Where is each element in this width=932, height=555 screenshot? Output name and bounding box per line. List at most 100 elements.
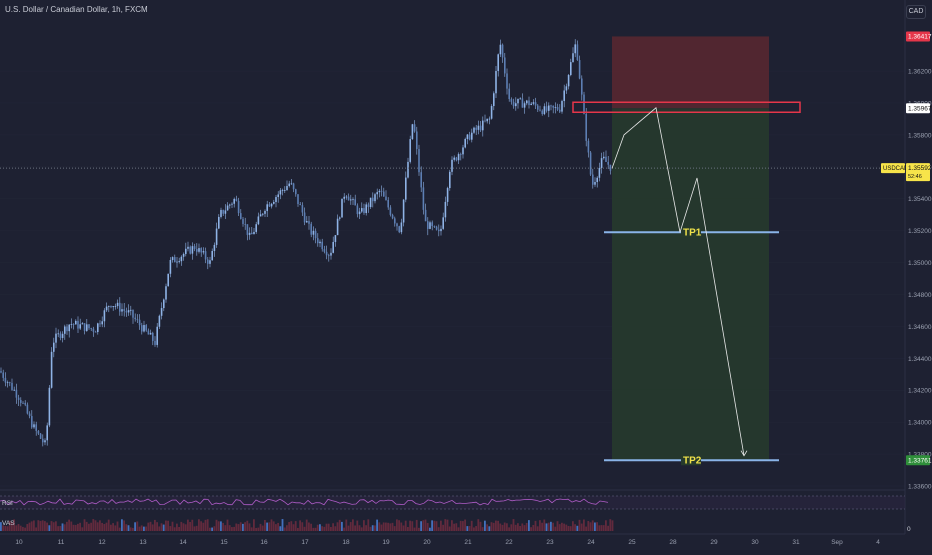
volume-bar <box>39 520 42 531</box>
volume-bar <box>143 526 145 531</box>
volume-bar <box>477 519 480 531</box>
volume-bar <box>453 523 455 531</box>
volume-bar <box>393 526 396 531</box>
volume-bar <box>176 523 178 531</box>
volume-bar <box>250 527 253 531</box>
volume-bar <box>503 522 506 531</box>
volume-bar <box>596 522 598 531</box>
volume-bar <box>341 521 343 531</box>
volume-bar <box>213 526 216 531</box>
volume-bar <box>182 523 185 531</box>
volume-bar <box>277 522 279 531</box>
volume-bar <box>77 523 79 531</box>
volume-bar <box>490 522 493 531</box>
volume-bar <box>294 521 297 531</box>
volume-bar <box>94 520 97 531</box>
time-tick-label: 30 <box>751 539 759 546</box>
time-tick-label: 25 <box>628 539 636 546</box>
volume-bar <box>303 526 306 531</box>
candle <box>411 123 414 140</box>
stop-price-text: 1.36417 <box>908 33 932 40</box>
volume-bar <box>215 519 218 531</box>
time-tick-label: Sep <box>831 539 843 546</box>
volume-bar <box>288 522 290 531</box>
price-chart[interactable]: TP1 TP2 1.362001.360001.358001.356001.35… <box>0 0 932 550</box>
volume-bar <box>145 526 147 531</box>
volume-bar <box>226 519 229 531</box>
currency-button[interactable]: CAD <box>906 5 926 19</box>
volume-bar <box>365 525 367 531</box>
time-tick-label: 19 <box>382 539 390 546</box>
price-tick-label: 1.34600 <box>908 324 932 331</box>
volume-bar <box>72 524 75 531</box>
volume-bar <box>35 527 37 531</box>
volume-bar <box>429 527 431 531</box>
volume-bar <box>17 523 20 531</box>
volume-bar <box>217 521 220 531</box>
volume-bar <box>305 519 308 531</box>
volume-bar <box>46 522 48 531</box>
volume-bar <box>154 519 156 531</box>
volume-bar <box>140 525 143 531</box>
volume-bar <box>380 524 383 531</box>
volume-bar <box>147 522 150 531</box>
volume-bar <box>202 522 205 531</box>
volume-bar <box>281 519 284 531</box>
volume-bar <box>470 520 473 531</box>
volume-bar <box>530 527 532 531</box>
volume-bar <box>455 523 458 531</box>
price-tick-label: 1.35000 <box>908 260 932 267</box>
volume-bar <box>239 522 242 531</box>
volume-bar <box>532 525 535 531</box>
volume-bar <box>512 519 515 531</box>
volume-bar <box>173 527 176 531</box>
volume-bar <box>420 521 422 531</box>
volume-bar <box>275 524 277 531</box>
volume-bar <box>63 524 66 531</box>
vas-label: VAS <box>2 520 15 527</box>
stop-loss-zone[interactable] <box>612 36 769 109</box>
volume-bar <box>48 525 51 531</box>
volume-bar <box>583 519 585 531</box>
time-tick-label: 16 <box>260 539 268 546</box>
volume-bar <box>88 523 90 531</box>
volume-bar <box>116 521 119 531</box>
volume-bar <box>264 519 266 531</box>
time-tick-label: 4 <box>876 539 880 546</box>
volume-bar <box>92 519 95 531</box>
volume-bar <box>286 525 288 531</box>
volume-bar <box>268 522 271 531</box>
price-tick-label: 1.35200 <box>908 228 932 235</box>
volume-bar <box>514 524 517 531</box>
volume-bar <box>327 523 330 531</box>
volume-bar <box>464 519 466 531</box>
volume-bar <box>598 525 601 531</box>
volume-bar <box>242 523 244 531</box>
volume-bar <box>259 523 262 531</box>
volume-bar <box>178 526 180 531</box>
price-tick-label: 1.35800 <box>908 132 932 139</box>
volume-bar <box>321 526 323 531</box>
volume-bar <box>169 526 172 531</box>
chart-background <box>0 0 932 550</box>
volume-bar <box>209 527 211 531</box>
volume-bar <box>561 522 563 531</box>
volume-bar <box>299 520 301 531</box>
volume-bar <box>536 526 539 531</box>
volume-bar <box>539 520 541 531</box>
volume-bar <box>231 527 233 531</box>
candle <box>490 104 493 120</box>
volume-bar <box>589 522 592 531</box>
volume-bar <box>246 520 249 531</box>
volume-bar <box>314 527 317 531</box>
volume-bar <box>550 521 552 531</box>
volume-bar <box>508 527 510 531</box>
profit-zone[interactable] <box>612 108 769 461</box>
volume-bar <box>171 521 174 531</box>
volume-bar <box>541 522 543 531</box>
volume-bar <box>272 521 275 531</box>
volume-bar <box>407 527 409 531</box>
volume-bar <box>312 527 315 531</box>
volume-bar <box>389 523 392 531</box>
volume-bar <box>521 523 524 531</box>
